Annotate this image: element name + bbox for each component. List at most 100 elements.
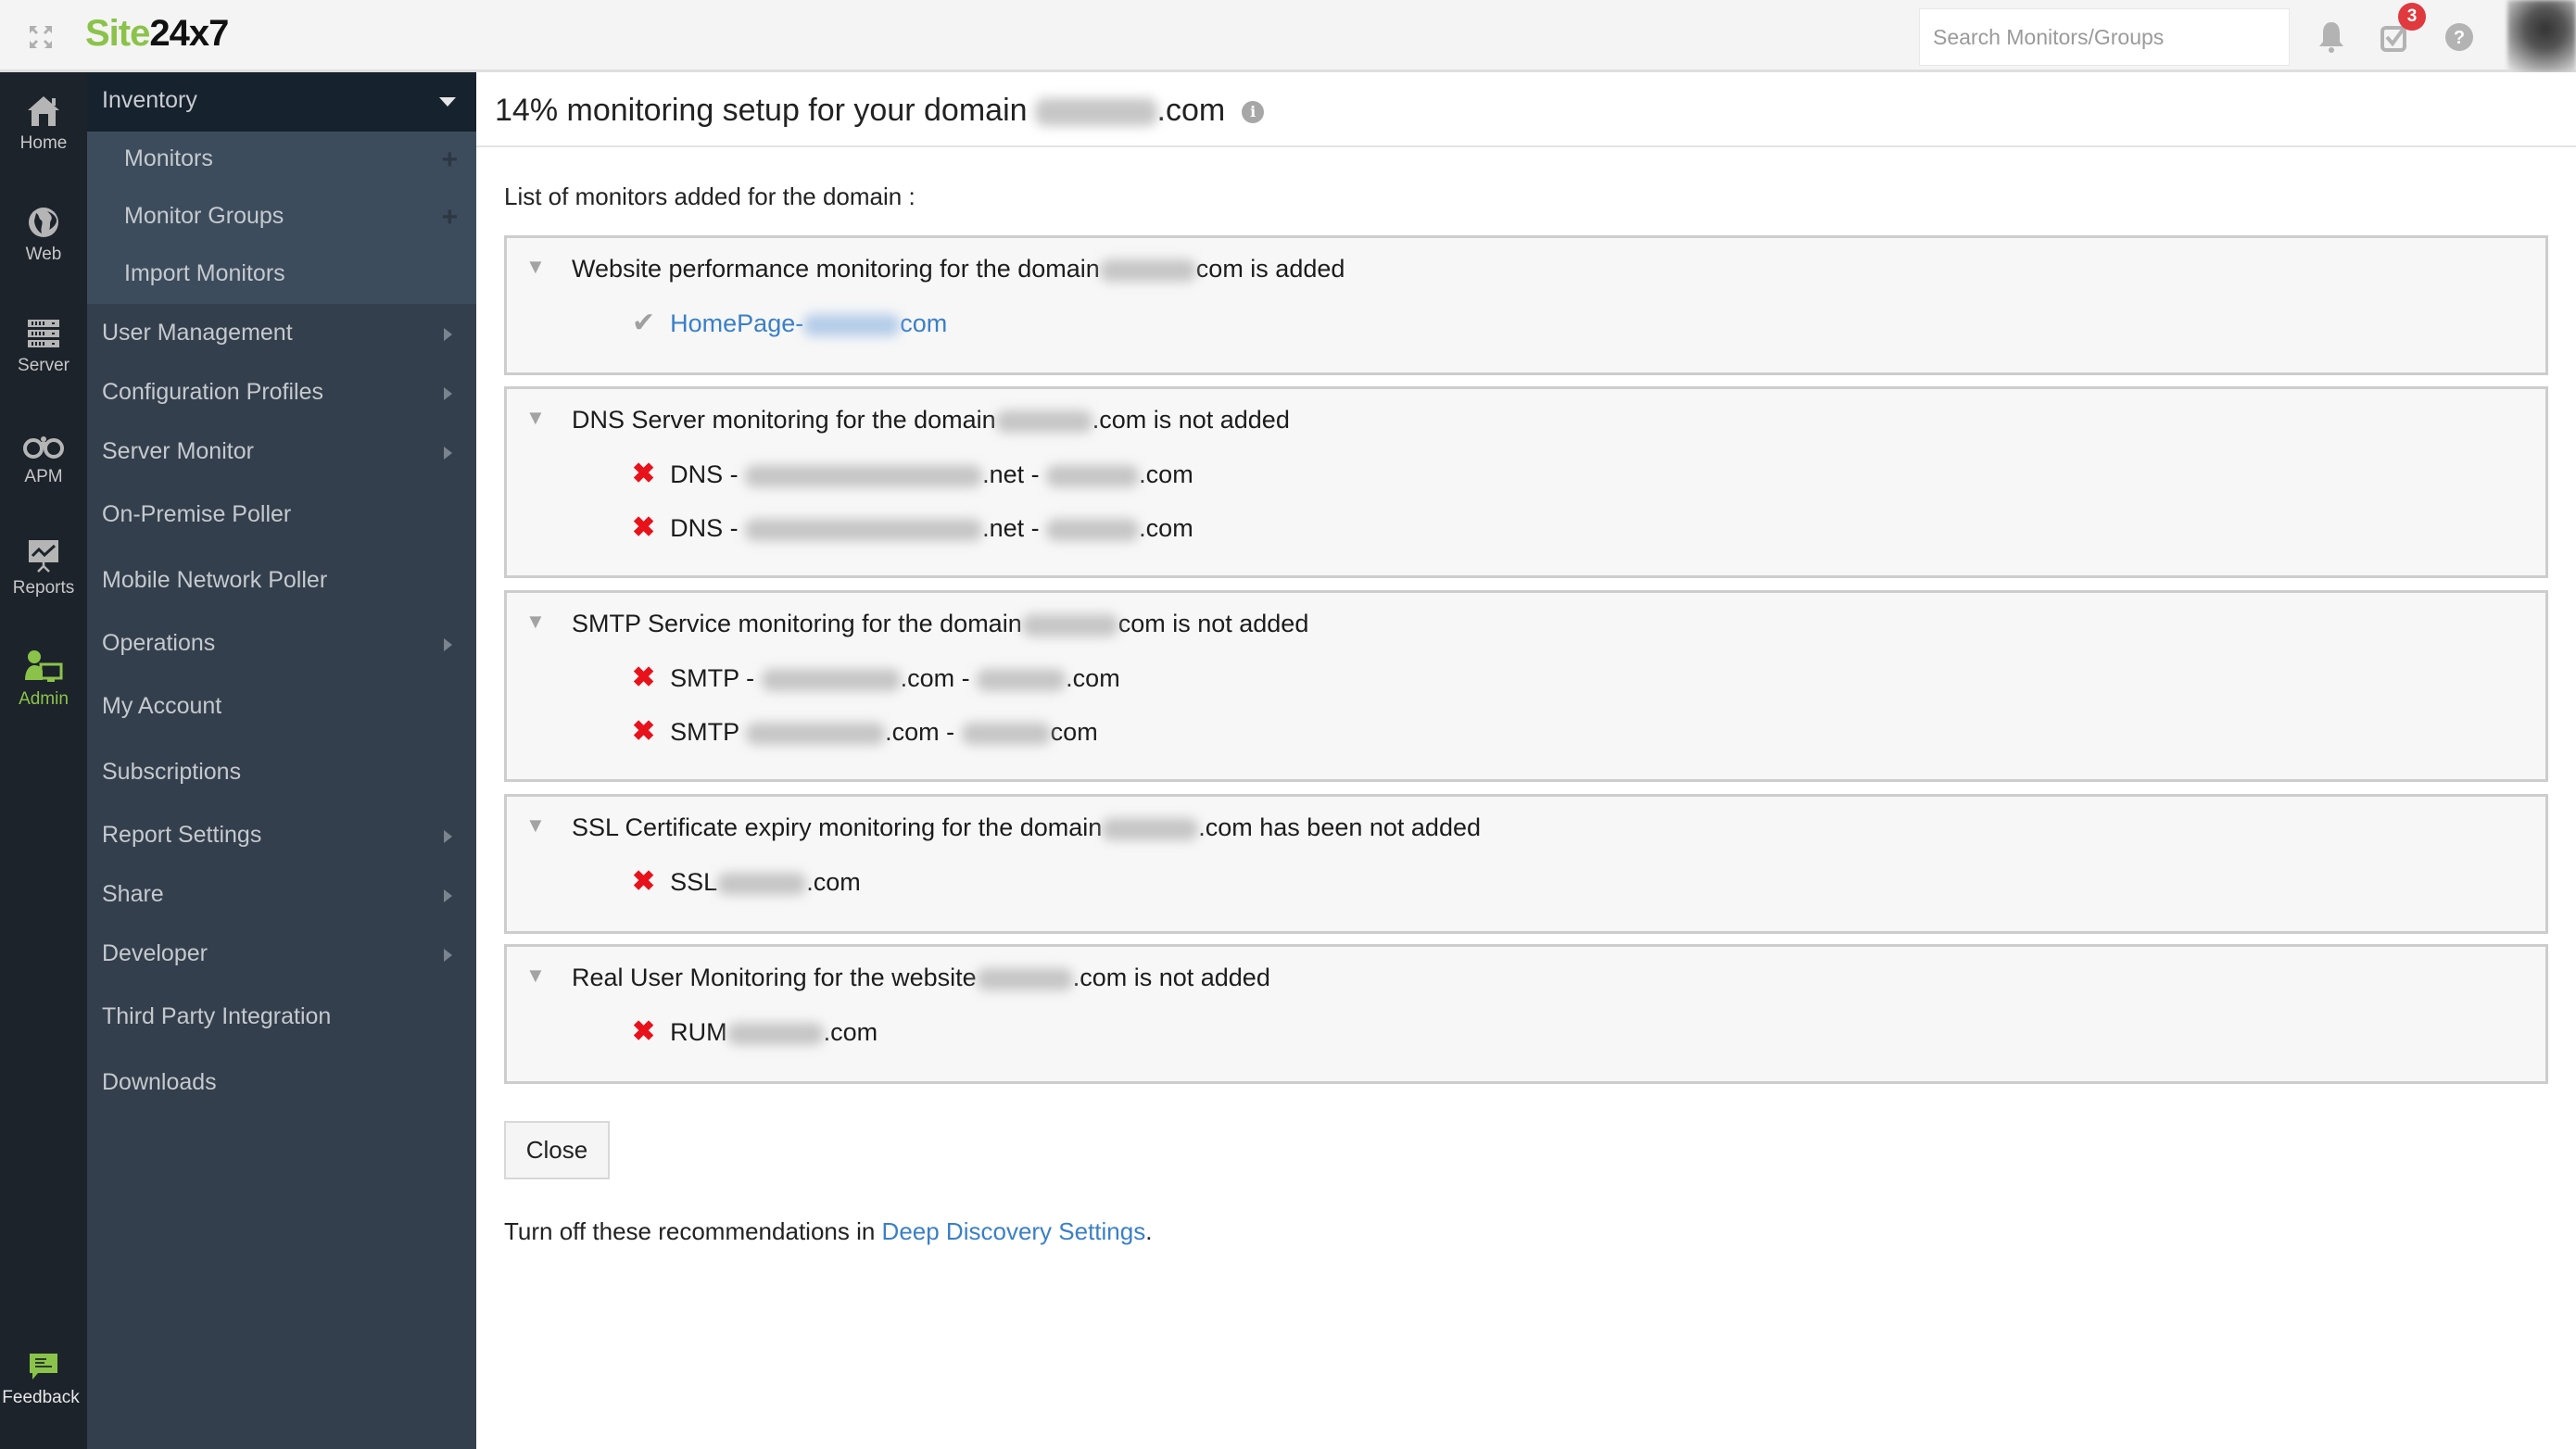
divider [476, 145, 2576, 147]
caret-right-icon [444, 638, 452, 651]
redacted-host [746, 722, 886, 746]
add-monitor-group-icon[interactable]: + [441, 202, 458, 233]
feedback-chat-icon [30, 1354, 57, 1380]
chevron-down-icon: ▼ [525, 813, 546, 837]
redacted-domain [961, 722, 1051, 746]
monitor-row: ✖ DNS - .net - .com [632, 512, 1193, 543]
user-avatar[interactable] [2507, 0, 2576, 72]
redacted-domain [977, 668, 1067, 692]
rail-item-apm[interactable]: APM [0, 426, 87, 519]
menu-item-developer[interactable]: Developer [87, 925, 476, 984]
recommendations-note: Turn off these recommendations in Deep D… [504, 1217, 1153, 1245]
redacted-domain [976, 967, 1073, 991]
menu-item-label: On-Premise Poller [102, 501, 292, 527]
menu-item-label: Configuration Profiles [102, 379, 324, 405]
x-mark-icon: ✖ [632, 716, 656, 747]
list-caption: List of monitors added for the domain : [504, 183, 915, 210]
menu-item-third-party-integration[interactable]: Third Party Integration [87, 988, 476, 1047]
rail-item-feedback[interactable]: Feedback [0, 1351, 87, 1443]
menu-item-label: Downloads [102, 1069, 217, 1095]
x-mark-icon: ✖ [632, 866, 656, 897]
menu-item-my-account[interactable]: My Account [87, 677, 476, 737]
menu-item-configuration-profiles[interactable]: Configuration Profiles [87, 363, 476, 422]
redacted-host [745, 518, 983, 542]
rail-item-admin[interactable]: Admin [0, 649, 87, 741]
bell-icon[interactable] [2315, 19, 2348, 56]
chevron-down-icon: ▼ [525, 964, 546, 987]
search-monitors-input[interactable] [1919, 8, 2290, 66]
homepage-monitor-link[interactable]: HomePage-com [670, 309, 947, 337]
x-mark-icon: ✖ [632, 662, 656, 693]
monitor-row: ✖ SMTP - .com - .com [632, 662, 1120, 693]
menu-section-inventory[interactable]: Inventory [87, 72, 476, 132]
inventory-submenu: Monitors + Monitor Groups + Import Monit… [87, 132, 476, 304]
submenu-item-import-monitors[interactable]: Import Monitors [87, 246, 476, 304]
redacted-domain [1046, 518, 1140, 542]
redacted-domain [803, 313, 901, 337]
redacted-domain [1102, 817, 1199, 841]
submenu-item-label: Monitors [124, 145, 213, 171]
menu-item-label: Developer [102, 940, 208, 966]
rail-label: Home [19, 133, 68, 153]
rail-item-web[interactable]: Web [0, 204, 87, 296]
submenu-item-monitor-groups[interactable]: Monitor Groups + [87, 189, 476, 246]
caret-right-icon [444, 447, 452, 460]
group-header[interactable]: ▼ DNS Server monitoring for the domain .co… [525, 406, 1290, 435]
chevron-down-icon: ▼ [525, 610, 546, 633]
menu-item-downloads[interactable]: Downloads [87, 1053, 476, 1113]
monitor-group-website: ▼ Website performance monitoring for the … [504, 235, 2548, 375]
monitor-group-ssl: ▼ SSL Certificate expiry monitoring for t… [504, 794, 2548, 934]
home-icon [28, 96, 59, 126]
rail-label: APM [24, 467, 63, 486]
menu-item-subscriptions[interactable]: Subscriptions [87, 743, 476, 802]
monitor-group-rum: ▼ Real User Monitoring for the website .co… [504, 944, 2548, 1084]
group-header[interactable]: ▼ SSL Certificate expiry monitoring for t… [525, 813, 1481, 842]
menu-item-label: Share [102, 881, 164, 907]
info-icon[interactable]: i [1242, 101, 1265, 124]
menu-item-on-premise-poller[interactable]: On-Premise Poller [87, 485, 476, 545]
rail-item-reports[interactable]: Reports [0, 537, 87, 630]
rail-label: Feedback [2, 1388, 80, 1407]
expand-icon[interactable] [28, 24, 54, 50]
submenu-item-label: Import Monitors [124, 260, 285, 286]
monitor-row: ✔ HomePage-com [632, 307, 947, 339]
menu-item-mobile-network-poller[interactable]: Mobile Network Poller [87, 551, 476, 611]
close-button[interactable]: Close [504, 1121, 610, 1179]
deep-discovery-settings-link[interactable]: Deep Discovery Settings [882, 1217, 1146, 1245]
menu-item-label: Third Party Integration [102, 1003, 332, 1029]
monitor-group-dns: ▼ DNS Server monitoring for the domain .co… [504, 386, 2548, 578]
redacted-host [745, 464, 983, 488]
group-header[interactable]: ▼ Website performance monitoring for the … [525, 255, 1345, 284]
menu-item-report-settings[interactable]: Report Settings [87, 806, 476, 865]
menu-item-label: Subscriptions [102, 759, 242, 785]
menu-item-label: Server Monitor [102, 438, 254, 464]
help-icon[interactable]: ? [2443, 19, 2476, 56]
menu-section-label: Inventory [102, 87, 197, 113]
menu-item-label: Operations [102, 630, 216, 656]
caret-right-icon [444, 387, 452, 400]
menu-item-user-management[interactable]: User Management [87, 304, 476, 363]
add-monitor-icon[interactable]: + [441, 145, 458, 176]
menu-item-operations[interactable]: Operations [87, 614, 476, 674]
caret-right-icon [444, 889, 452, 902]
monitor-row: ✖ RUM .com [632, 1016, 878, 1047]
chevron-down-icon: ▼ [525, 406, 546, 429]
notification-badge: 3 [2398, 3, 2426, 31]
menu-item-server-monitor[interactable]: Server Monitor [87, 422, 476, 482]
submenu-item-monitors[interactable]: Monitors + [87, 132, 476, 189]
x-mark-icon: ✖ [632, 459, 656, 489]
redacted-host [761, 668, 901, 692]
svg-text:?: ? [2454, 28, 2465, 48]
monitor-row: ✖ DNS - .net - .com [632, 459, 1193, 489]
rail-item-home[interactable]: Home [0, 93, 87, 185]
redacted-domain [1021, 613, 1118, 637]
group-header[interactable]: ▼ SMTP Service monitoring for the domain c… [525, 610, 1308, 638]
group-header[interactable]: ▼ Real User Monitoring for the website .co… [525, 964, 1270, 992]
presentation-chart-icon [29, 540, 58, 573]
main-content: 14% monitoring setup for your domain .com… [476, 72, 2576, 1449]
site24x7-logo[interactable]: Site24x7 [85, 13, 229, 55]
binoculars-icon [23, 436, 64, 459]
rail-item-server[interactable]: Server [0, 315, 87, 408]
top-bar: Site24x7 3 ? [0, 0, 2576, 72]
menu-item-share[interactable]: Share [87, 865, 476, 925]
